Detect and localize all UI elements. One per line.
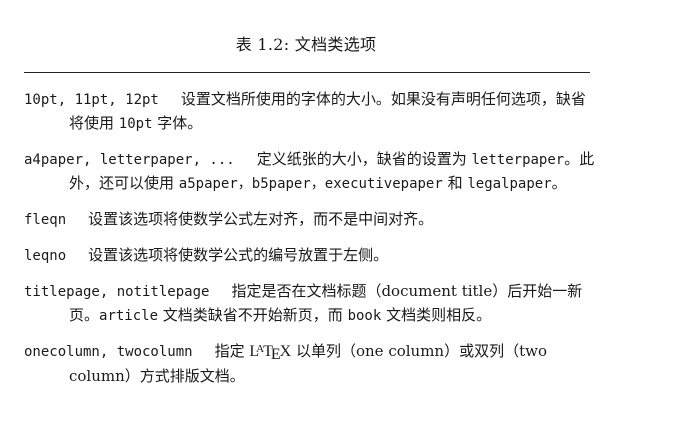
options-list: 10pt, 11pt, 12pt 设置文档所使用的字体的大小。如果没有声明任何选项… [24,88,599,400]
latex-logo: LATEX [249,343,292,363]
option-code: legalpaper [467,176,552,192]
option-term: leqno [24,248,67,264]
option-term: onecolumn, twocolumn [24,344,193,360]
option-description: 和 [442,174,468,192]
option-description: 设置该选项将使数学公式左对齐，而不是中间对齐。 [88,210,434,228]
option-description: 设置该选项将使数学公式的编号放置于左侧。 [88,246,389,264]
option-description: 定义纸张的大小，缺省的设置为 [256,150,472,168]
option-description: 。 [551,174,567,192]
option-entry-titlepage: titlepage, notitlepage 指定是否在文档标题（document… [24,280,599,328]
option-entry-fleqn: fleqn 设置该选项将使数学公式左对齐，而不是中间对齐。 [24,208,599,232]
table-caption: 表 1.2: 文档类选项 [235,35,377,54]
option-entry-leqno: leqno 设置该选项将使数学公式的编号放置于左侧。 [24,244,599,268]
option-code: 10pt [118,116,153,132]
option-term: a4paper, letterpaper, ... [24,152,235,168]
option-description: 指定 [214,342,250,360]
option-description: 字体。 [152,114,203,132]
option-term: fleqn [24,212,67,228]
option-code: letterpaper [471,152,565,168]
option-term: 10pt, 11pt, 12pt [24,92,159,108]
top-rule [24,72,590,73]
option-entry-paper-size: a4paper, letterpaper, ... 定义纸张的大小，缺省的设置为 … [24,148,599,196]
option-code: book [347,308,382,324]
option-code: article [99,308,159,324]
option-entry-columns: onecolumn, twocolumn 指定 LATEX 以单列（one col… [24,340,599,388]
option-description: 文档类则相反。 [381,306,492,324]
option-term: titlepage, notitlepage [24,284,210,300]
option-entry-font-size: 10pt, 11pt, 12pt 设置文档所使用的字体的大小。如果没有声明任何选项… [24,88,599,136]
option-description: 文档类缺省不开始新页，而 [158,306,348,324]
option-code: a5paper，b5paper，executivepaper [178,176,443,192]
